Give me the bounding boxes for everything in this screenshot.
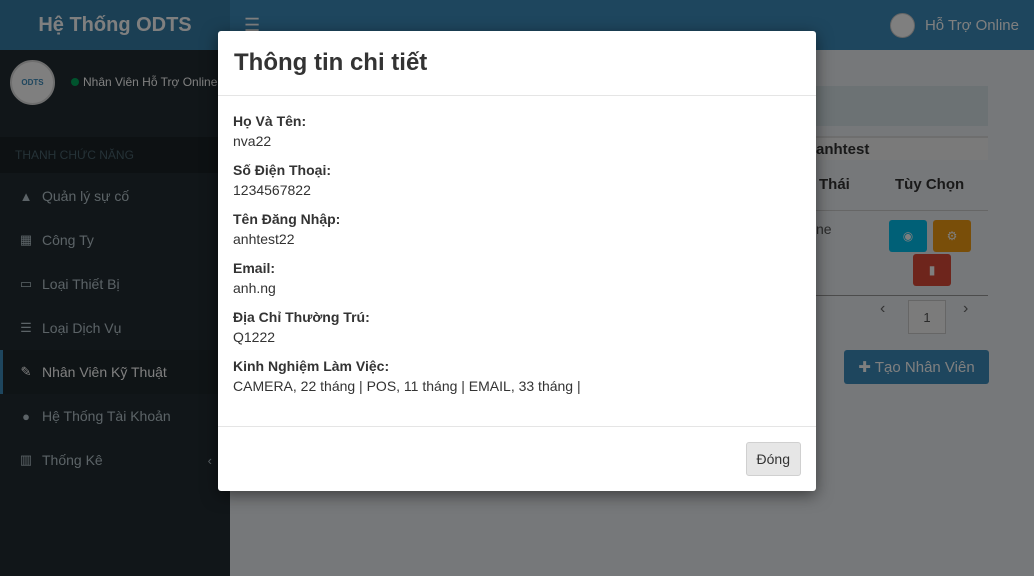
detail-modal: Thông tin chi tiết Họ Và Tên: nva22 Số Đ… bbox=[218, 31, 816, 491]
field-value: anhtest22 bbox=[233, 231, 295, 247]
field-value: CAMERA, 22 tháng | POS, 11 tháng | EMAIL… bbox=[233, 378, 581, 394]
modal-footer: Đóng bbox=[218, 427, 816, 491]
field-username: Tên Đăng Nhập: anhtest22 bbox=[233, 211, 801, 247]
field-label: Số Điện Thoại: bbox=[233, 162, 331, 178]
field-label: Địa Chỉ Thường Trú: bbox=[233, 309, 370, 325]
field-phone: Số Điện Thoại: 1234567822 bbox=[233, 162, 801, 198]
field-label: Họ Và Tên: bbox=[233, 113, 307, 129]
modal-header: Thông tin chi tiết bbox=[218, 31, 816, 96]
field-address: Địa Chỉ Thường Trú: Q1222 bbox=[233, 309, 801, 345]
field-value: 1234567822 bbox=[233, 182, 311, 198]
field-email: Email: anh.ng bbox=[233, 260, 801, 296]
field-label: Tên Đăng Nhập: bbox=[233, 211, 341, 227]
field-value: nva22 bbox=[233, 133, 272, 149]
modal-title: Thông tin chi tiết bbox=[234, 49, 428, 76]
field-experience: Kinh Nghiệm Làm Việc: CAMERA, 22 tháng |… bbox=[233, 358, 801, 394]
modal-body: Họ Và Tên: nva22 Số Điện Thoại: 12345678… bbox=[218, 96, 816, 427]
field-full-name: Họ Và Tên: nva22 bbox=[233, 113, 801, 149]
field-value: Q1222 bbox=[233, 329, 276, 345]
field-label: Email: bbox=[233, 260, 276, 276]
field-value: anh.ng bbox=[233, 280, 276, 296]
field-label: Kinh Nghiệm Làm Việc: bbox=[233, 358, 390, 374]
close-button[interactable]: Đóng bbox=[745, 442, 801, 476]
